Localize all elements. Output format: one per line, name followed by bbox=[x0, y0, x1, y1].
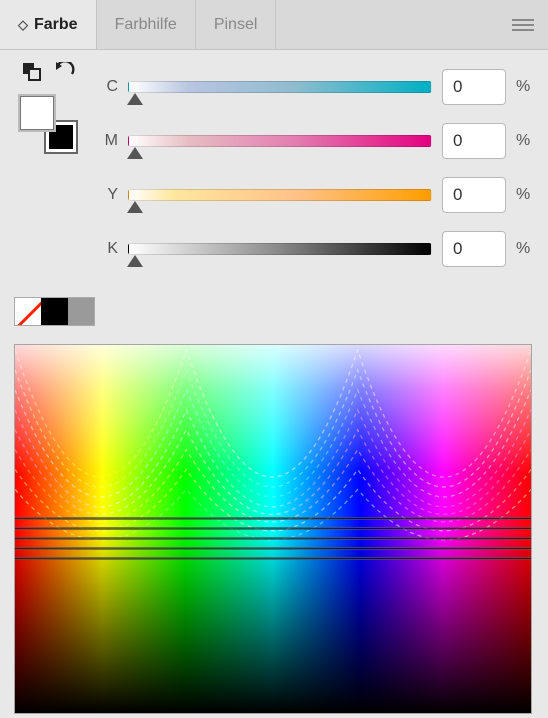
slider-row-c: C 0 % bbox=[98, 69, 534, 105]
tab-color-guide[interactable]: Farbhilfe bbox=[97, 0, 196, 49]
slider-k[interactable] bbox=[128, 243, 432, 255]
swatch-none[interactable] bbox=[15, 298, 41, 325]
swatch-black[interactable] bbox=[41, 298, 67, 325]
expand-collapse-icon: ◇ bbox=[18, 17, 28, 33]
slider-row-m: M 0 % bbox=[98, 123, 534, 159]
tab-color-guide-label: Farbhilfe bbox=[115, 16, 177, 34]
spectrum-hline bbox=[15, 537, 531, 540]
slider-row-y: Y 0 % bbox=[98, 177, 534, 213]
color-panel-body: C 0 % M 0 % Y 0 % K bbox=[0, 50, 548, 267]
left-tool-column bbox=[14, 62, 84, 267]
value-k[interactable]: 0 bbox=[442, 231, 506, 267]
slider-thumb-k[interactable] bbox=[127, 255, 143, 267]
spectrum-hline bbox=[15, 557, 531, 560]
spectrum-hline bbox=[15, 517, 531, 520]
panel-menu-button[interactable] bbox=[498, 0, 548, 49]
reset-colors-icon[interactable] bbox=[54, 62, 76, 80]
slider-thumb-c[interactable] bbox=[127, 93, 143, 105]
tab-color-label: Farbe bbox=[34, 16, 78, 34]
panel-tab-bar: ◇ Farbe Farbhilfe Pinsel bbox=[0, 0, 548, 50]
value-c[interactable]: 0 bbox=[442, 69, 506, 105]
slider-y[interactable] bbox=[128, 189, 432, 201]
menu-icon bbox=[512, 19, 534, 31]
slider-c[interactable] bbox=[128, 81, 432, 93]
label-y: Y bbox=[98, 186, 118, 204]
percent-k: % bbox=[516, 240, 534, 258]
label-k: K bbox=[98, 240, 118, 258]
slider-thumb-y[interactable] bbox=[127, 201, 143, 213]
slider-row-k: K 0 % bbox=[98, 231, 534, 267]
tab-brushes[interactable]: Pinsel bbox=[196, 0, 277, 49]
cmyk-sliders: C 0 % M 0 % Y 0 % K bbox=[98, 69, 534, 267]
tab-brushes-label: Pinsel bbox=[214, 16, 258, 34]
label-c: C bbox=[98, 78, 118, 96]
label-m: M bbox=[98, 132, 118, 150]
swatch-gray[interactable] bbox=[68, 298, 94, 325]
slider-m[interactable] bbox=[128, 135, 432, 147]
spectrum-hline bbox=[15, 547, 531, 550]
fill-stroke-swatches[interactable] bbox=[20, 96, 78, 154]
percent-m: % bbox=[516, 132, 534, 150]
quick-swatches bbox=[14, 297, 95, 326]
tab-color[interactable]: ◇ Farbe bbox=[0, 0, 97, 49]
fill-swatch[interactable] bbox=[20, 96, 54, 130]
slider-thumb-m[interactable] bbox=[127, 147, 143, 159]
percent-y: % bbox=[516, 186, 534, 204]
swap-fill-stroke-icon[interactable] bbox=[22, 62, 42, 82]
percent-c: % bbox=[516, 78, 534, 96]
color-spectrum[interactable] bbox=[14, 344, 532, 714]
spectrum-hline bbox=[15, 527, 531, 530]
value-m[interactable]: 0 bbox=[442, 123, 506, 159]
value-y[interactable]: 0 bbox=[442, 177, 506, 213]
